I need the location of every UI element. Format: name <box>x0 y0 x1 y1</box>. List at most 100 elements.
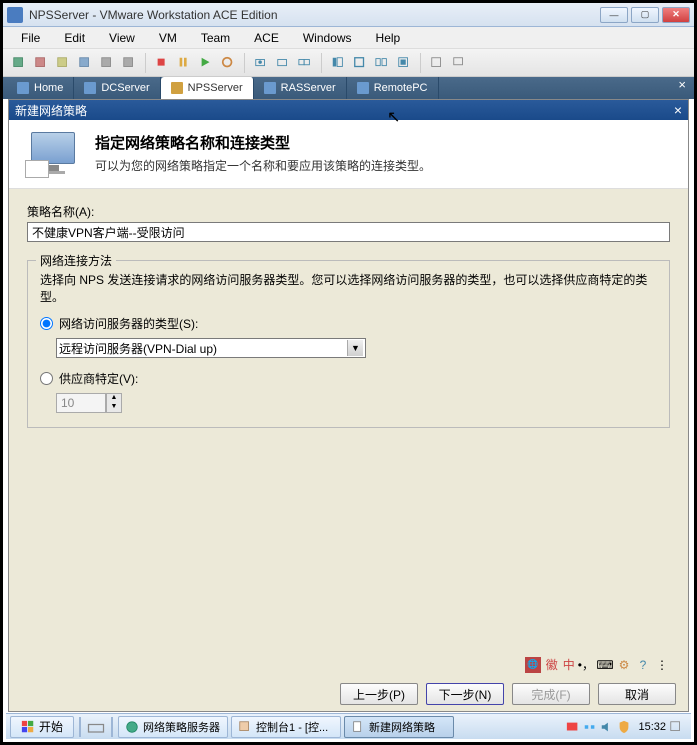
toolbar-quickswitch-icon[interactable] <box>372 53 392 73</box>
menu-team[interactable]: Team <box>191 29 240 47</box>
window-title: NPSServer - VMware Workstation ACE Editi… <box>29 8 600 22</box>
taskbar-item-nps[interactable]: 网络策略服务器 <box>118 716 228 738</box>
taskbar-clock[interactable]: 15:32 <box>638 721 666 733</box>
wizard-header: 指定网络策略名称和连接类型 可以为您的网络策略指定一个名称和要应用该策略的连接类… <box>9 120 688 189</box>
radio-vendor-label: 供应商特定(V): <box>59 370 138 387</box>
ime-language-bar[interactable]: 🌐 徽 中 •， ⌨ ⚙ ? ⋮ <box>525 656 670 673</box>
toolbar-console-icon[interactable] <box>449 53 469 73</box>
minimize-button[interactable]: — <box>600 7 628 23</box>
wizard-close-icon[interactable]: × <box>674 102 682 118</box>
taskbar: 开始 网络策略服务器 控制台1 - [控... 新建网络策略 15:32 <box>6 713 691 739</box>
ime-lang-label[interactable]: 中 <box>563 656 575 673</box>
prev-button[interactable]: 上一步(P) <box>340 683 418 705</box>
toolbar <box>3 49 694 77</box>
policy-name-input[interactable] <box>27 222 670 242</box>
vm-icon <box>84 82 96 94</box>
tab-dc-label: DCServer <box>101 82 149 94</box>
vendor-id-input <box>56 393 106 413</box>
next-button[interactable]: 下一步(N) <box>426 683 504 705</box>
menu-windows[interactable]: Windows <box>293 29 362 47</box>
tab-home[interactable]: Home <box>7 77 74 99</box>
toolbar-unity-icon[interactable] <box>394 53 414 73</box>
menu-bar: File Edit View VM Team ACE Windows Help <box>3 27 694 49</box>
taskbar-item-console[interactable]: 控制台1 - [控... <box>231 716 341 738</box>
toolbar-revert-icon[interactable] <box>273 53 293 73</box>
toolbar-fullscreen-icon[interactable] <box>350 53 370 73</box>
tray-lang-icon[interactable] <box>566 720 580 734</box>
toolbar-manage-icon[interactable] <box>295 53 315 73</box>
group-description: 选择向 NPS 发送连接请求的网络访问服务器类型。您可以选择网络访问服务器的类型… <box>40 271 657 305</box>
close-button[interactable]: ✕ <box>662 7 690 23</box>
app-icon <box>7 7 23 23</box>
ime-help-icon[interactable]: ? <box>635 657 651 673</box>
tray-show-desktop-icon[interactable] <box>669 720 683 734</box>
menu-ace[interactable]: ACE <box>244 29 289 47</box>
tray-sound-icon[interactable] <box>600 720 614 734</box>
ime-handle-icon[interactable]: ⋮ <box>654 657 670 673</box>
wizard-heading: 指定网络策略名称和连接类型 <box>95 132 431 153</box>
tab-close-icon[interactable]: × <box>670 77 694 99</box>
tray-shield-icon[interactable] <box>617 720 631 734</box>
tab-dcserver[interactable]: DCServer <box>74 77 160 99</box>
radio-server-type-input[interactable] <box>40 317 53 330</box>
spinner-up-icon: ▲ <box>107 394 121 403</box>
toolbar-snapshot-icon[interactable] <box>251 53 271 73</box>
toolbar-btn5-icon[interactable] <box>97 53 117 73</box>
connection-method-group: 网络连接方法 选择向 NPS 发送连接请求的网络访问服务器类型。您可以选择网络访… <box>27 260 670 428</box>
radio-server-type[interactable]: 网络访问服务器的类型(S): <box>40 315 657 332</box>
radio-vendor-input[interactable] <box>40 372 53 385</box>
menu-view[interactable]: View <box>99 29 145 47</box>
cancel-button[interactable]: 取消 <box>598 683 676 705</box>
tab-home-label: Home <box>34 82 63 94</box>
wizard-buttons: 上一步(P) 下一步(N) 完成(F) 取消 <box>340 683 676 705</box>
server-type-select[interactable]: 远程访问服务器(VPN-Dial up) ▼ <box>56 338 366 358</box>
toolbar-summary-icon[interactable] <box>427 53 447 73</box>
vm-icon <box>357 82 369 94</box>
quick-launch-icon[interactable] <box>86 717 106 737</box>
tab-remote-label: RemotePC <box>374 82 428 94</box>
menu-vm[interactable]: VM <box>149 29 187 47</box>
ime-option-icon[interactable]: ⚙ <box>616 657 632 673</box>
spinner-down-icon: ▼ <box>107 403 121 412</box>
menu-help[interactable]: Help <box>366 29 411 47</box>
toolbar-play-icon[interactable] <box>196 53 216 73</box>
wizard-window: 新建网络策略 × 指定网络策略名称和连接类型 可以为您的网络策略指定一个名称和要… <box>8 99 689 712</box>
tab-nps-label: NPSServer <box>188 82 243 94</box>
toolbar-stop-icon[interactable] <box>152 53 172 73</box>
tab-ras-label: RASServer <box>281 82 336 94</box>
ime-icon[interactable]: 🌐 <box>525 657 541 673</box>
tab-rasserver[interactable]: RASServer <box>254 77 347 99</box>
toolbar-poweron-icon[interactable] <box>9 53 29 73</box>
wizard-subheading: 可以为您的网络策略指定一个名称和要应用该策略的连接类型。 <box>95 157 431 174</box>
ime-sketch-icon[interactable]: 徽 <box>544 657 560 673</box>
home-icon <box>17 82 29 94</box>
tab-remotepc[interactable]: RemotePC <box>347 77 439 99</box>
windows-logo-icon <box>21 720 35 734</box>
group-title: 网络连接方法 <box>36 252 116 269</box>
toolbar-poweroff-icon[interactable] <box>31 53 51 73</box>
ime-punct-icon[interactable]: •， <box>578 656 594 673</box>
toolbar-pause-icon[interactable] <box>174 53 194 73</box>
ime-softkbd-icon[interactable]: ⌨ <box>597 657 613 673</box>
taskbar-item-wizard[interactable]: 新建网络策略 <box>344 716 454 738</box>
radio-server-type-label: 网络访问服务器的类型(S): <box>59 315 198 332</box>
toolbar-sidebar-icon[interactable] <box>328 53 348 73</box>
menu-edit[interactable]: Edit <box>54 29 95 47</box>
system-tray: 15:32 <box>562 720 687 734</box>
toolbar-suspend-icon[interactable] <box>53 53 73 73</box>
wizard-title: 新建网络策略 <box>15 102 87 119</box>
maximize-button[interactable]: ▢ <box>631 7 659 23</box>
toolbar-cycle-icon[interactable] <box>218 53 238 73</box>
toolbar-reset-icon[interactable] <box>75 53 95 73</box>
chevron-down-icon[interactable]: ▼ <box>347 340 363 356</box>
vm-tab-bar: Home DCServer NPSServer RASServer Remote… <box>3 77 694 99</box>
tray-network-icon[interactable] <box>583 720 597 734</box>
policy-icon <box>25 132 81 176</box>
start-button[interactable]: 开始 <box>10 716 74 738</box>
menu-file[interactable]: File <box>11 29 50 47</box>
finish-button: 完成(F) <box>512 683 590 705</box>
tab-npsserver[interactable]: NPSServer <box>161 77 254 99</box>
radio-vendor[interactable]: 供应商特定(V): <box>40 370 657 387</box>
toolbar-btn6-icon[interactable] <box>119 53 139 73</box>
vendor-id-spinner: ▲▼ <box>56 393 657 413</box>
